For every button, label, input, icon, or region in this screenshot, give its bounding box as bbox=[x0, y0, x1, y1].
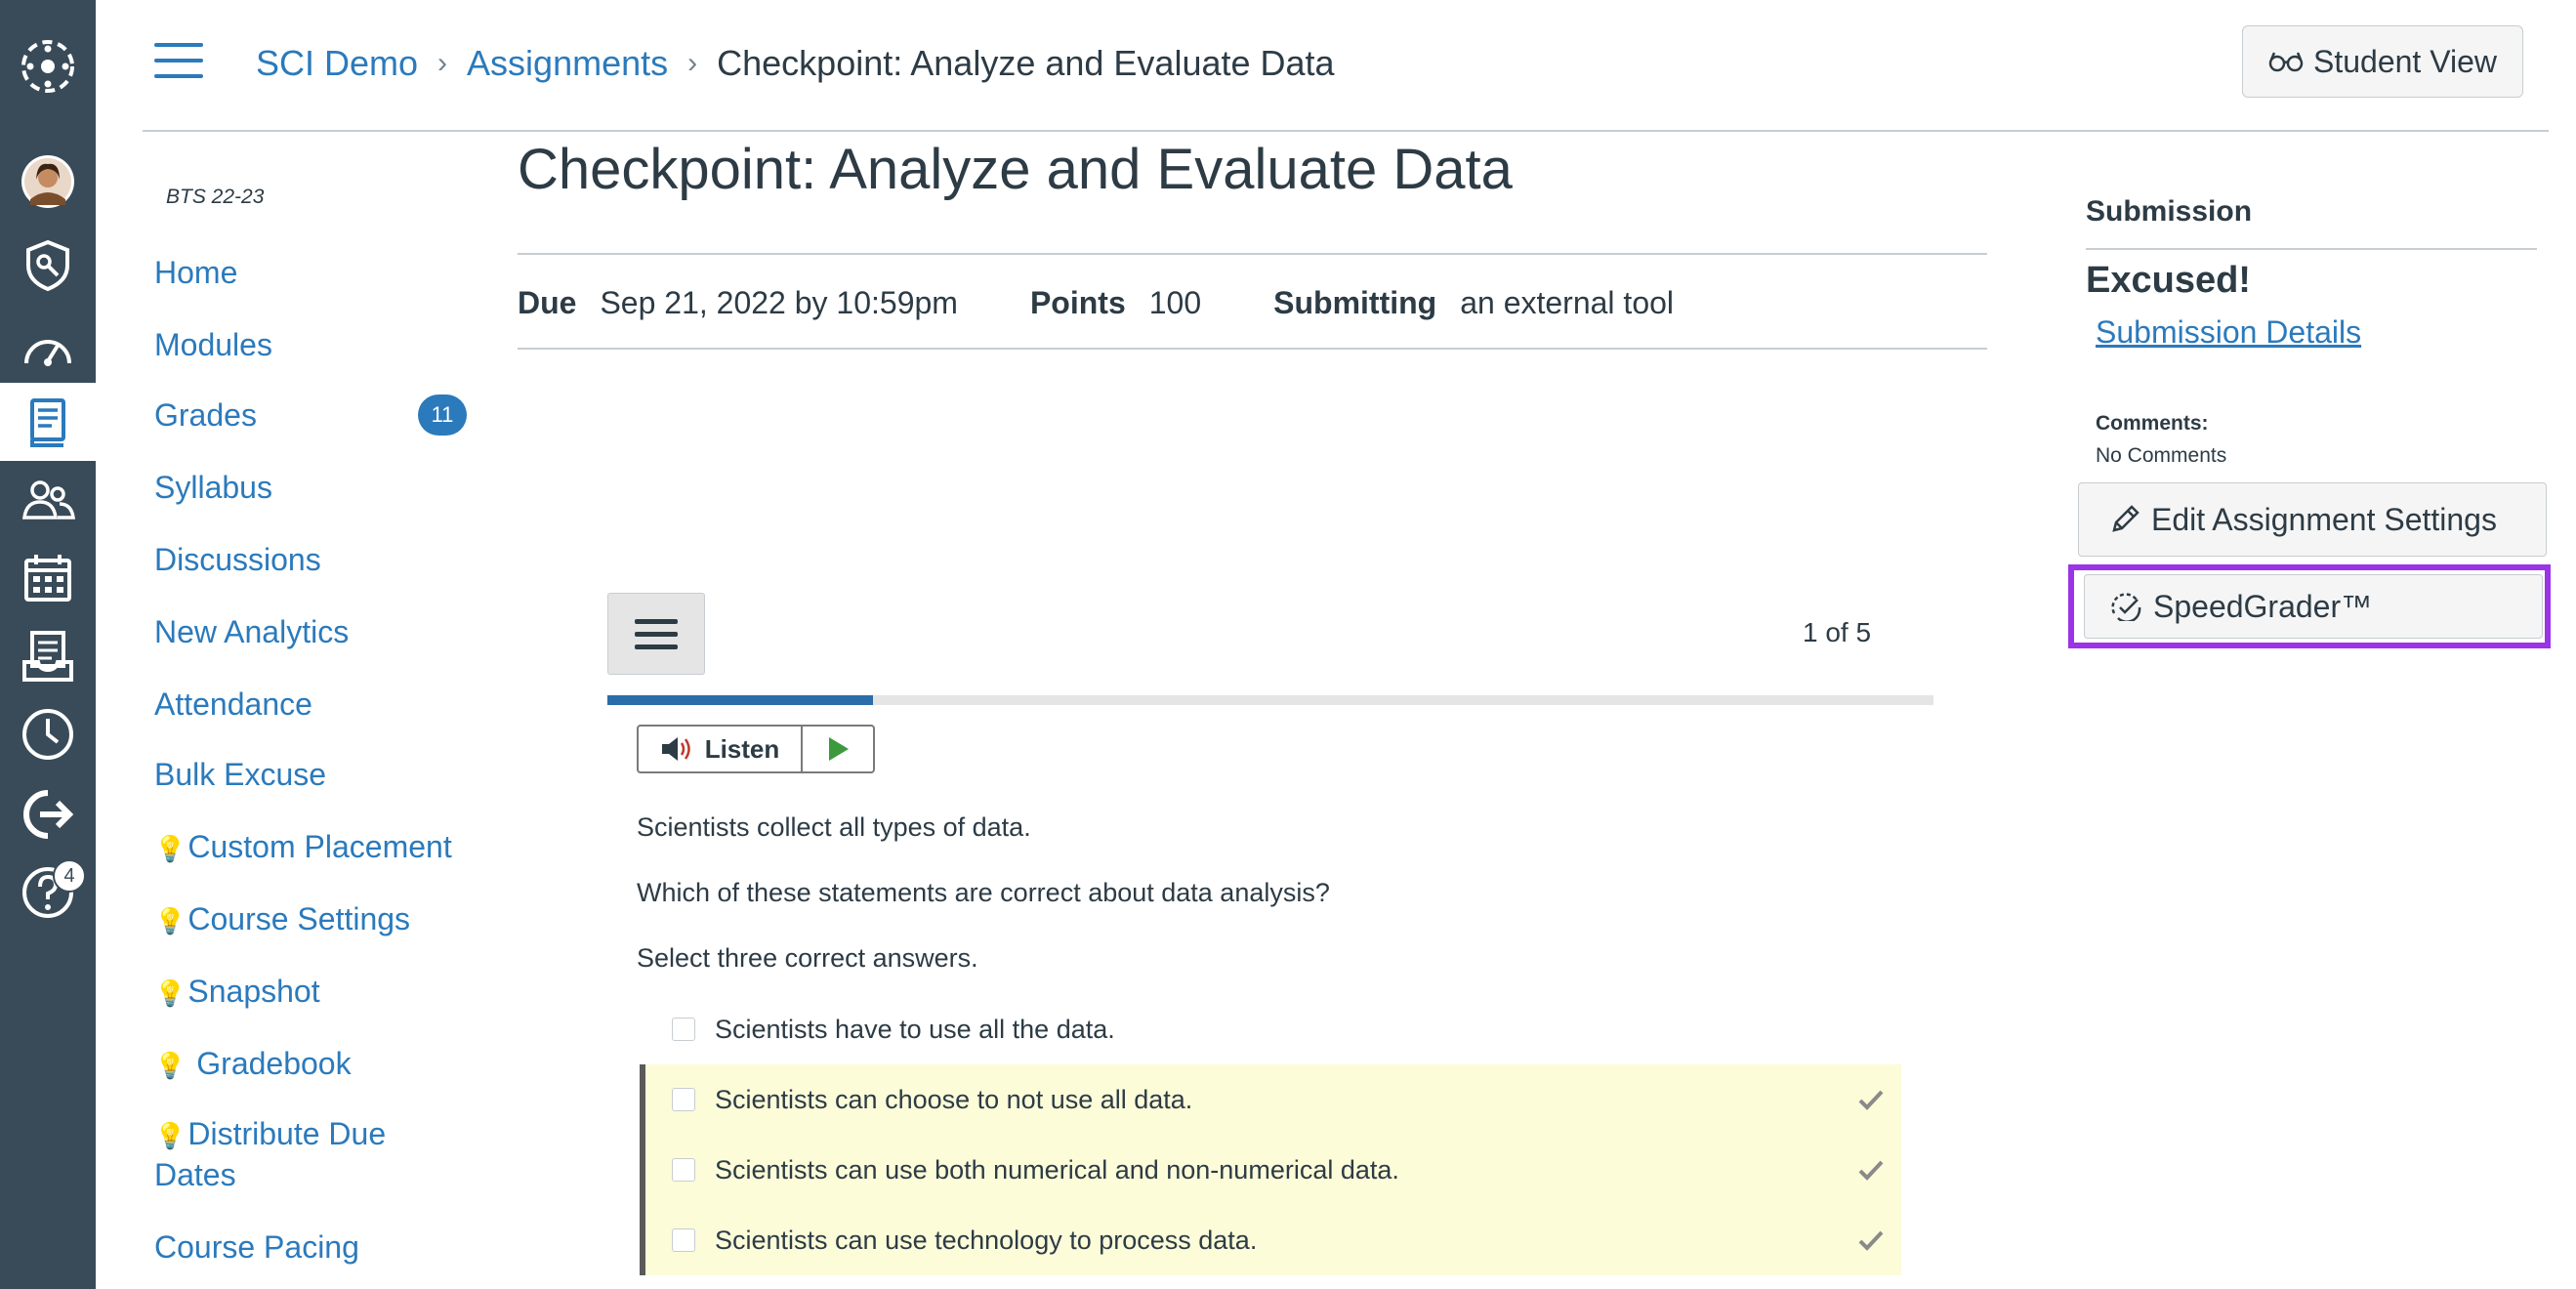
play-button[interactable] bbox=[803, 727, 873, 771]
help-notification-badge: 4 bbox=[53, 859, 86, 893]
checkmark-icon bbox=[1858, 1090, 1884, 1110]
question-prompt: Which of these statements are correct ab… bbox=[637, 878, 1330, 907]
checkmark-icon bbox=[1858, 1230, 1884, 1251]
groups-people-icon[interactable] bbox=[0, 461, 96, 539]
answer-option-correct[interactable]: Scientists can use both numerical and no… bbox=[640, 1135, 1901, 1205]
submitting-label: Submitting bbox=[1273, 284, 1437, 320]
course-nav-modules[interactable]: Modules bbox=[154, 324, 272, 365]
text-to-speech-widget: Listen bbox=[637, 725, 875, 773]
account-avatar-icon[interactable] bbox=[0, 143, 96, 221]
checkmark-icon bbox=[1858, 1160, 1884, 1181]
dashboard-gauge-icon[interactable] bbox=[0, 311, 96, 389]
lightbulb-icon: 💡 bbox=[154, 1051, 187, 1080]
answer-option[interactable]: Scientists have to use all the data. bbox=[640, 994, 1901, 1064]
student-view-button[interactable]: Student View bbox=[2242, 25, 2523, 98]
play-icon bbox=[829, 737, 849, 761]
submission-details-link[interactable]: Submission Details bbox=[2096, 314, 2361, 351]
listen-button[interactable]: Listen bbox=[639, 727, 803, 771]
page-title: Checkpoint: Analyze and Evaluate Data bbox=[518, 138, 1513, 201]
course-nav-syllabus[interactable]: Syllabus bbox=[154, 467, 272, 508]
answer-text: Scientists have to use all the data. bbox=[715, 1014, 1115, 1044]
glasses-icon bbox=[2268, 52, 2304, 72]
pencil-icon bbox=[2112, 505, 2140, 532]
answer-checkbox[interactable] bbox=[672, 1018, 695, 1041]
inbox-icon[interactable] bbox=[0, 617, 96, 695]
comments-label: Comments: bbox=[2096, 412, 2209, 435]
answer-option-correct[interactable]: Scientists can use technology to process… bbox=[640, 1205, 1901, 1275]
listen-label: Listen bbox=[704, 733, 780, 764]
header-divider bbox=[143, 130, 2549, 132]
question-instruction: Select three correct answers. bbox=[637, 943, 978, 973]
speaker-icon bbox=[661, 737, 690, 761]
global-navigation: 4 bbox=[0, 0, 96, 1289]
due-label: Due bbox=[518, 284, 577, 320]
speedgrader-label: SpeedGrader™ bbox=[2153, 588, 2373, 624]
breadcrumb-current: Checkpoint: Analyze and Evaluate Data bbox=[717, 43, 1335, 83]
answer-option-correct[interactable]: Scientists can choose to not use all dat… bbox=[640, 1064, 1901, 1135]
sidebar-divider bbox=[2086, 248, 2537, 250]
points-label: Points bbox=[1029, 284, 1126, 320]
course-nav-bulk-excuse[interactable]: Bulk Excuse bbox=[154, 754, 326, 795]
help-question-icon[interactable]: 4 bbox=[0, 853, 96, 932]
answer-text: Scientists can choose to not use all dat… bbox=[715, 1084, 1193, 1114]
answer-checkbox[interactable] bbox=[672, 1158, 695, 1182]
course-nav-custom-placement[interactable]: 💡Custom Placement bbox=[154, 826, 452, 869]
course-menu-toggle-button[interactable] bbox=[154, 43, 203, 78]
edit-assignment-settings-button[interactable]: Edit Assignment Settings bbox=[2078, 482, 2547, 557]
details-divider bbox=[518, 348, 1987, 350]
answer-text: Scientists can use both numerical and no… bbox=[715, 1154, 1399, 1185]
speedgrader-highlight: SpeedGrader™ bbox=[2068, 564, 2551, 648]
breadcrumb-separator: › bbox=[687, 47, 698, 79]
admin-shield-icon[interactable] bbox=[0, 227, 96, 305]
lightbulb-icon: 💡 bbox=[154, 834, 187, 863]
due-value: Sep 21, 2022 by 10:59pm bbox=[600, 284, 958, 320]
lightbulb-icon: 💡 bbox=[154, 1121, 187, 1150]
course-nav-snapshot[interactable]: 💡Snapshot bbox=[154, 971, 320, 1014]
question-prompt: Scientists collect all types of data. bbox=[637, 812, 1031, 842]
details-divider bbox=[518, 253, 1987, 255]
quiz-menu-button[interactable] bbox=[607, 593, 705, 675]
course-term: BTS 22-23 bbox=[166, 186, 265, 208]
course-nav-grades[interactable]: Grades bbox=[154, 395, 257, 436]
lightbulb-icon: 💡 bbox=[154, 906, 187, 936]
course-nav-course-pacing[interactable]: Course Pacing bbox=[154, 1227, 359, 1268]
commons-arrow-icon[interactable] bbox=[0, 775, 96, 853]
canvas-logo-icon[interactable] bbox=[0, 27, 96, 105]
submission-status: Excused! bbox=[2086, 260, 2251, 301]
course-nav-home[interactable]: Home bbox=[154, 252, 237, 293]
course-nav-distribute-due-dates-line2[interactable]: Dates bbox=[154, 1154, 236, 1195]
quiz-page-indicator: 1 of 5 bbox=[1803, 617, 1872, 647]
answer-checkbox[interactable] bbox=[672, 1228, 695, 1252]
course-nav-discussions[interactable]: Discussions bbox=[154, 539, 321, 580]
quiz-progress-bar bbox=[607, 695, 1933, 705]
breadcrumb-course-link[interactable]: SCI Demo bbox=[256, 43, 418, 84]
answer-checkbox[interactable] bbox=[672, 1088, 695, 1111]
submitting-value: an external tool bbox=[1460, 284, 1675, 320]
course-nav-distribute-due-dates[interactable]: 💡Distribute Due bbox=[154, 1113, 386, 1156]
quiz-progress-fill bbox=[607, 695, 873, 705]
grades-count-badge: 11 bbox=[418, 395, 467, 436]
calendar-icon[interactable] bbox=[0, 539, 96, 617]
course-nav-new-analytics[interactable]: New Analytics bbox=[154, 611, 349, 652]
course-nav-attendance[interactable]: Attendance bbox=[154, 684, 312, 725]
student-view-label: Student View bbox=[2313, 43, 2497, 79]
courses-book-icon[interactable] bbox=[0, 383, 96, 461]
breadcrumb-assignments-link[interactable]: Assignments bbox=[467, 43, 668, 84]
submission-heading: Submission bbox=[2086, 195, 2253, 228]
speedgrader-button[interactable]: SpeedGrader™ bbox=[2084, 574, 2543, 639]
course-nav-course-settings[interactable]: 💡Course Settings bbox=[154, 898, 410, 941]
edit-assignment-settings-label: Edit Assignment Settings bbox=[2151, 501, 2497, 537]
assignment-details: Due Sep 21, 2022 by 10:59pm Points 100 S… bbox=[518, 283, 1674, 322]
breadcrumb: SCI Demo › Assignments › Checkpoint: Ana… bbox=[256, 39, 1335, 88]
answer-text: Scientists can use technology to process… bbox=[715, 1225, 1258, 1255]
comments-value: No Comments bbox=[2096, 444, 2227, 467]
breadcrumb-separator: › bbox=[437, 47, 448, 79]
speedgrader-icon bbox=[2111, 593, 2141, 621]
points-value: 100 bbox=[1148, 284, 1202, 320]
course-nav-gradebook[interactable]: 💡 Gradebook bbox=[154, 1043, 352, 1086]
history-clock-icon[interactable] bbox=[0, 695, 96, 773]
lightbulb-icon: 💡 bbox=[154, 978, 187, 1008]
